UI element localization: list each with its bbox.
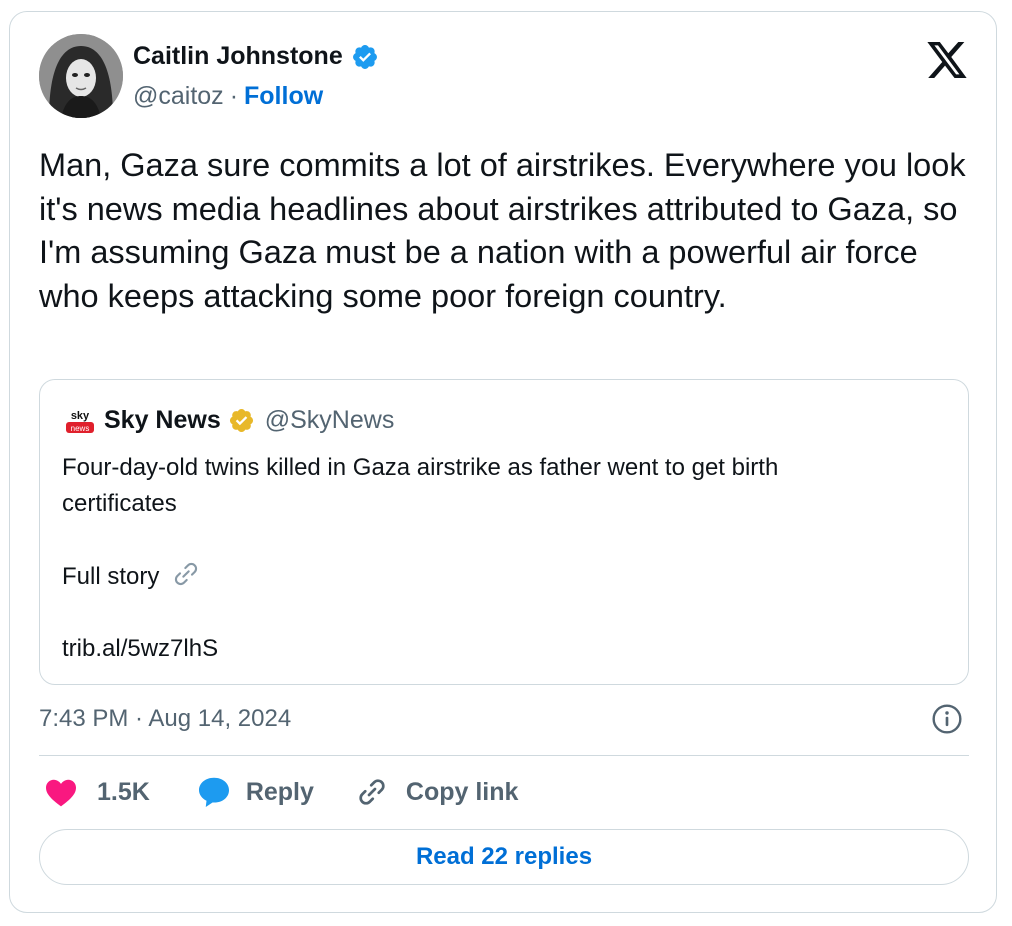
like-button[interactable]: 1.5K: [39, 774, 150, 810]
link-chain-icon: [174, 562, 198, 586]
quoted-blank-line: [62, 522, 942, 558]
author-handle[interactable]: @caitoz: [133, 82, 224, 111]
copy-link-button[interactable]: Copy link: [354, 774, 519, 810]
news-logo-text: news: [71, 424, 90, 433]
copy-link-label: Copy link: [405, 777, 519, 806]
author-avatar[interactable]: [39, 34, 123, 118]
full-story-label: Full story: [62, 563, 160, 590]
author-name-row: Caitlin Johnstone: [133, 42, 379, 71]
tweet-text: Man, Gaza sure commits a lot of airstrik…: [39, 147, 975, 314]
reply-bubble-icon: [198, 777, 229, 807]
quoted-tweet-text: Four-day-old twins killed in Gaza airstr…: [62, 450, 942, 667]
read-replies-button[interactable]: Read 22 replies: [39, 829, 969, 885]
separator-dot: ·: [229, 82, 239, 110]
quoted-blank-line-2: [62, 595, 942, 631]
quoted-author-handle: @SkyNews: [264, 406, 395, 434]
heart-icon: [46, 779, 76, 807]
x-logo-icon[interactable]: [927, 42, 967, 78]
quoted-text-line-2: certificates: [62, 490, 177, 517]
sky-logo-text: sky: [71, 410, 90, 422]
author-name[interactable]: Caitlin Johnstone: [133, 42, 343, 71]
quoted-tweet[interactable]: sky news Sky News @SkyNews Four-day-old …: [39, 379, 969, 685]
reply-label: Reply: [245, 777, 314, 806]
quoted-text-line-1: Four-day-old twins killed in Gaza airstr…: [62, 454, 779, 481]
sky-news-avatar: sky news: [64, 407, 96, 439]
quoted-link[interactable]: trib.al/5wz7lhS: [62, 631, 942, 667]
tweet-timestamp[interactable]: 7:43 PM · Aug 14, 2024: [39, 705, 291, 733]
follow-button[interactable]: Follow: [244, 82, 323, 111]
info-icon[interactable]: [931, 703, 963, 735]
full-story-line: Full story: [62, 558, 942, 595]
quoted-author-name: Sky News: [104, 406, 221, 434]
quoted-name-row: Sky News @SkyNews: [104, 406, 394, 435]
link-icon: [359, 779, 385, 805]
author-handle-row: @caitoz · Follow: [133, 82, 323, 111]
like-count: 1.5K: [97, 777, 150, 806]
verified-badge-icon: [352, 44, 377, 69]
tweet-actions: 1.5K Reply Copy link: [39, 772, 518, 812]
divider: [39, 755, 969, 756]
reply-button[interactable]: Reply: [196, 774, 314, 810]
gold-verified-badge-icon: [229, 408, 253, 433]
